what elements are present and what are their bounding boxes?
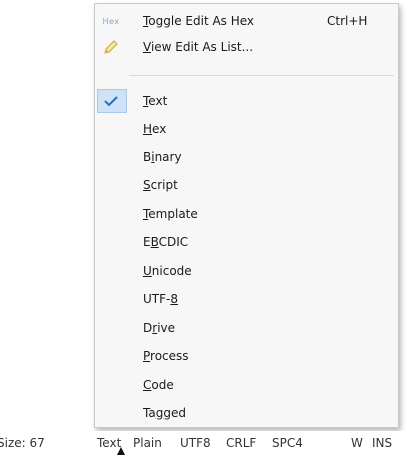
status-line-ending[interactable]: CRLF (226, 436, 256, 450)
menu-item-script[interactable]: Script (95, 172, 398, 198)
menu-item-label: Code (143, 378, 174, 392)
menu-item-template[interactable]: Template (95, 201, 398, 227)
menu-item-label: Script (143, 178, 178, 192)
menu-item-label: Text (143, 94, 168, 108)
menu-item-label: Binary (143, 150, 182, 164)
context-menu: Hex Toggle Edit As Hex Ctrl+H View Edit … (94, 3, 399, 428)
menu-item-ebcdic[interactable]: EBCDIC (95, 229, 398, 255)
menu-item-toggle-edit-as-hex[interactable]: Hex Toggle Edit As Hex Ctrl+H (95, 8, 398, 34)
menu-item-label: Tagged (143, 406, 186, 420)
menu-separator (129, 75, 394, 76)
menu-item-label: EBCDIC (143, 235, 189, 249)
file-size-label: Size: 67 (0, 436, 45, 450)
menu-item-binary[interactable]: Binary (95, 144, 398, 170)
status-insert-mode[interactable]: INS (372, 436, 392, 450)
status-bar: Size: 67 Text Plain UTF8 CRLF SPC4 W INS (0, 431, 415, 456)
menu-item-utf8[interactable]: UTF-8 (95, 286, 398, 312)
menu-item-label: View Edit As List... (143, 40, 254, 54)
shortcut-label: Ctrl+H (327, 14, 368, 28)
hex-icon: Hex (102, 16, 120, 26)
status-encoding[interactable]: UTF8 (180, 436, 211, 450)
menu-item-unicode[interactable]: Unicode (95, 258, 398, 284)
menu-item-label: UTF-8 (143, 292, 178, 306)
menu-item-tagged[interactable]: Tagged (95, 400, 398, 426)
status-indent[interactable]: SPC4 (272, 436, 303, 450)
menu-item-label: Template (143, 207, 198, 221)
check-icon (97, 89, 125, 113)
mouse-cursor-icon (117, 447, 125, 455)
menu-item-drive[interactable]: Drive (95, 315, 398, 341)
menu-item-label: Drive (143, 321, 176, 335)
menu-item-text[interactable]: Text (95, 88, 398, 114)
menu-item-view-edit-as-list[interactable]: View Edit As List... (95, 34, 398, 60)
status-width[interactable]: W (351, 436, 363, 450)
menu-item-label: Process (143, 349, 189, 363)
menu-item-label: Toggle Edit As Hex (143, 14, 255, 28)
menu-item-hex[interactable]: Hex (95, 116, 398, 142)
menu-item-code[interactable]: Code (95, 372, 398, 398)
status-format[interactable]: Plain (133, 436, 162, 450)
menu-item-label: Hex (143, 122, 167, 136)
menu-item-process[interactable]: Process (95, 343, 398, 369)
pencil-icon (97, 35, 125, 59)
menu-item-label: Unicode (143, 264, 192, 278)
